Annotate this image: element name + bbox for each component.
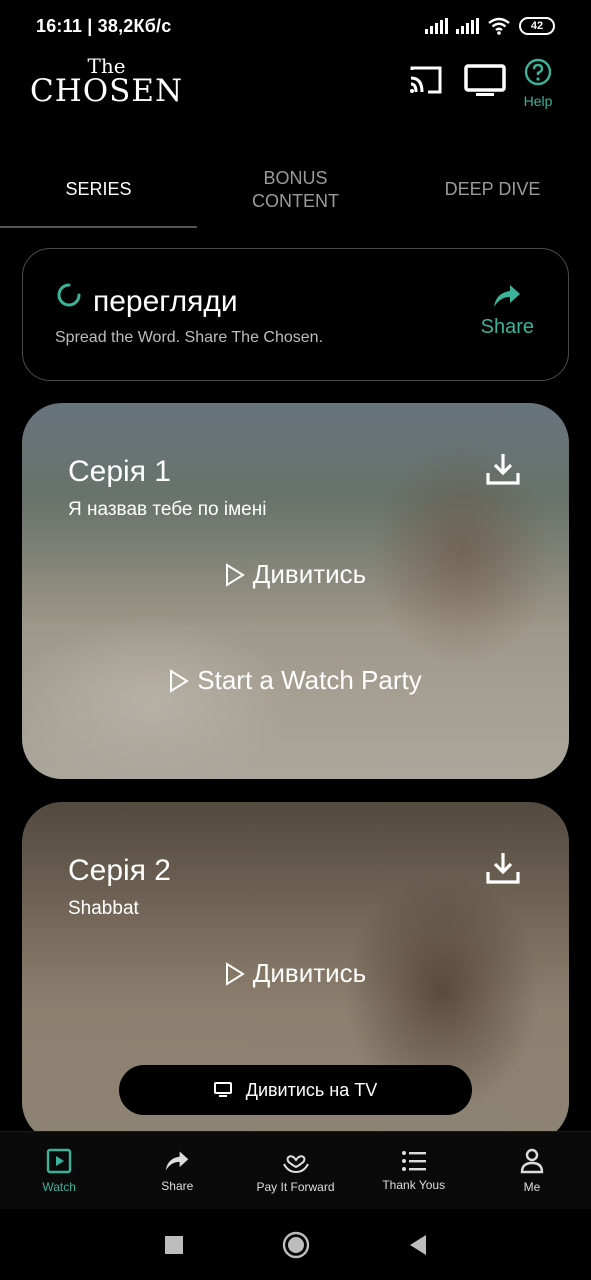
back-triangle-icon	[409, 1234, 426, 1255]
share-button[interactable]: Share	[481, 283, 534, 339]
episode-card-2[interactable]: Серія 2 Shabbat Дивитись Дивитись на TV	[22, 802, 569, 1142]
play-icon	[170, 668, 190, 693]
watch-on-tv-button[interactable]: Дивитись на TV	[119, 1065, 472, 1115]
watch-button[interactable]: Дивитись	[22, 958, 569, 989]
wifi-icon	[488, 17, 510, 35]
nav-item-thank-yous[interactable]: Thank Yous	[355, 1132, 473, 1209]
question-circle-icon	[524, 58, 552, 86]
nav-label-watch: Watch	[42, 1179, 76, 1194]
episode-title: Серія 1	[68, 455, 171, 488]
episode-card-1[interactable]: Серія 1 Я назвав тебе по імені Дивитись …	[22, 403, 569, 779]
home-button[interactable]	[235, 1231, 357, 1259]
signal-icon-2	[456, 18, 479, 34]
play-square-icon	[46, 1148, 72, 1173]
share-arrow-icon	[494, 285, 521, 307]
tab-deep-dive[interactable]: DEEP DIVE	[394, 152, 591, 228]
cast-icon[interactable]	[408, 64, 444, 96]
share-card-title: перегляди	[93, 285, 238, 318]
heart-hands-icon	[282, 1154, 309, 1173]
tv-icon[interactable]	[464, 64, 506, 98]
play-icon	[225, 562, 245, 587]
nav-item-share[interactable]: Share	[118, 1132, 236, 1209]
app-header: The CHOSEN Help	[0, 52, 591, 142]
recents-button[interactable]	[113, 1235, 235, 1255]
status-icons: 42	[425, 17, 555, 35]
status-bar: 16:11 | 38,2Кб/с 42	[0, 0, 591, 52]
watch-on-tv-label: Дивитись на TV	[245, 1079, 378, 1100]
share-button-label: Share	[480, 316, 534, 338]
watch-button-label: Дивитись	[252, 958, 367, 988]
loading-spinner-icon	[57, 283, 81, 307]
watch-party-button[interactable]: Start a Watch Party	[22, 665, 569, 696]
nav-label-pay-it-forward: Pay It Forward	[256, 1179, 335, 1194]
episode-title: Серія 2	[68, 854, 171, 887]
play-icon	[225, 961, 245, 986]
back-button[interactable]	[357, 1234, 479, 1256]
watch-button-label: Дивитись	[252, 559, 367, 589]
signal-icon	[425, 18, 448, 34]
circle-icon	[282, 1231, 309, 1258]
episode-subtitle: Я назвав тебе по імені	[68, 499, 267, 520]
help-button[interactable]: Help	[515, 58, 561, 109]
person-icon	[520, 1148, 544, 1173]
status-time: 16:11 | 38,2Кб/с	[36, 15, 172, 36]
nav-item-watch[interactable]: Watch	[0, 1132, 118, 1209]
nav-label-share: Share	[161, 1178, 194, 1193]
download-icon[interactable]	[485, 451, 521, 487]
tab-bonus-content-label: BONUS CONTENT	[252, 167, 339, 211]
watch-button[interactable]: Дивитись	[22, 559, 569, 590]
tv-small-icon	[213, 1082, 232, 1097]
content-tabs: SERIES BONUS CONTENT DEEP DIVE	[0, 152, 591, 228]
system-navigation-bar	[0, 1209, 591, 1280]
bottom-navigation: Watch Share Pay It Forward Thank Yous Me	[0, 1131, 591, 1209]
help-label: Help	[523, 93, 553, 109]
tab-series[interactable]: SERIES	[0, 152, 197, 228]
list-icon	[401, 1150, 426, 1171]
episode-subtitle: Shabbat	[68, 898, 139, 919]
logo-chosen-text: CHOSEN	[30, 73, 184, 109]
nav-label-thank-yous: Thank Yous	[382, 1177, 446, 1192]
share-card[interactable]: перегляди Spread the Word. Share The Cho…	[22, 248, 569, 381]
app-logo: The CHOSEN	[30, 56, 183, 107]
tab-bonus-content[interactable]: BONUS CONTENT	[197, 152, 394, 228]
share-card-subtitle: Spread the Word. Share The Chosen.	[55, 329, 324, 346]
battery-icon: 42	[519, 17, 555, 35]
square-icon	[164, 1235, 183, 1254]
nav-item-me[interactable]: Me	[473, 1132, 591, 1209]
share-arrow-icon	[166, 1150, 189, 1171]
download-icon[interactable]	[485, 850, 521, 886]
nav-item-pay-it-forward[interactable]: Pay It Forward	[236, 1132, 354, 1209]
nav-label-me: Me	[523, 1179, 541, 1194]
watch-party-label: Start a Watch Party	[197, 665, 422, 695]
